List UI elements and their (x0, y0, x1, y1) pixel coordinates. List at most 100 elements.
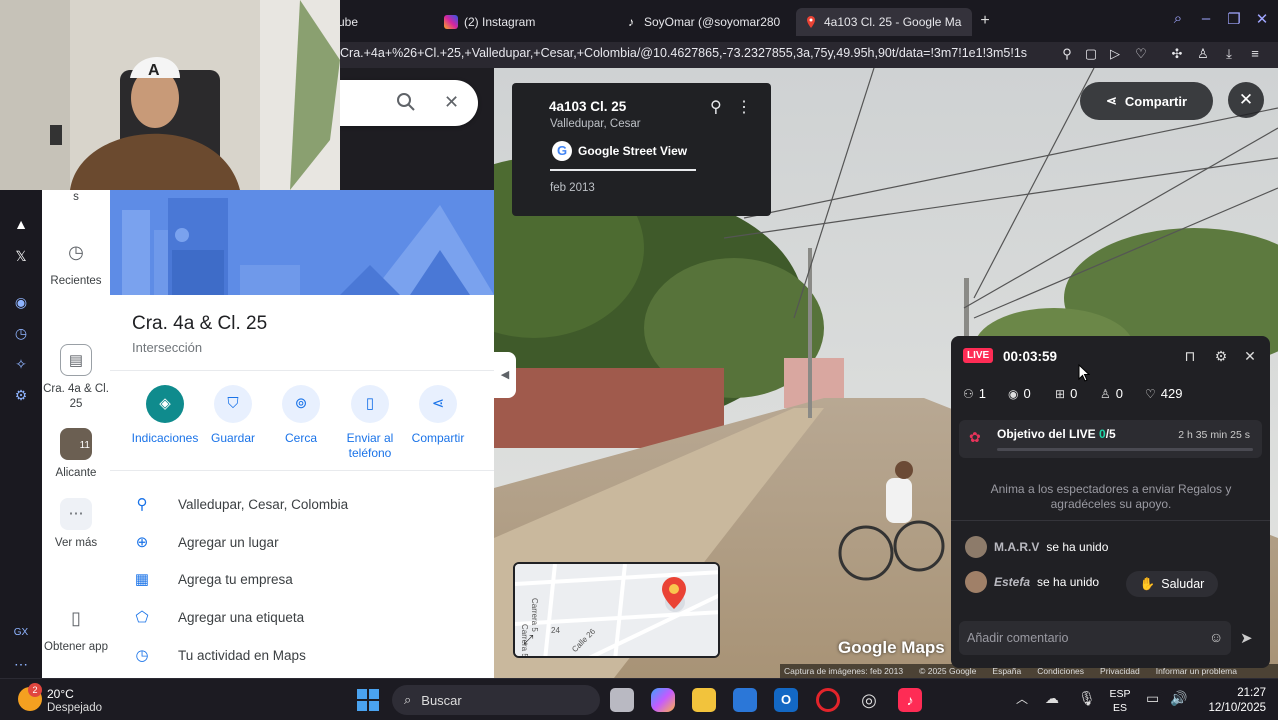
player-icon[interactable]: ◉ (11, 292, 31, 312)
google-maps-logo: Google Maps (838, 638, 945, 657)
outlook-icon[interactable]: O (774, 688, 798, 712)
more-icon[interactable]: ⋯ (11, 654, 31, 674)
share-street-view-button[interactable]: ⋖ Compartir (1080, 82, 1213, 120)
instagram-icon (444, 15, 458, 29)
activity-row[interactable]: ◷ Tu actividad en Maps (132, 643, 305, 667)
chat-username[interactable]: M.A.R.V (994, 540, 1039, 554)
snapshot-icon[interactable]: ▢ (1082, 45, 1100, 63)
x-twitter-icon[interactable]: 𝕏 (11, 246, 31, 266)
minimap[interactable]: Carrera 5 Carrera 5b 24 Calle 26 ⤢ (513, 562, 720, 658)
weather-widget[interactable]: 2 20°C Despejado (16, 683, 126, 715)
stat-value: 0 (1070, 386, 1078, 401)
store-icon[interactable] (733, 688, 757, 712)
heart-icon[interactable]: ♡ (1132, 45, 1150, 63)
send-icon[interactable]: ➤ (1240, 629, 1253, 647)
lock-icon[interactable]: ⊓ (1181, 348, 1199, 365)
send-icon[interactable]: ▷ (1106, 45, 1124, 63)
search-tabs-icon[interactable]: ⌕ (1168, 10, 1188, 27)
add-label-row[interactable]: ⬠ Agregar una etiqueta (132, 605, 304, 629)
collapse-panel-button[interactable]: ◀ (494, 352, 516, 398)
extensions-icon[interactable]: ✣ (1168, 45, 1186, 63)
network-icon[interactable]: ▭ (1146, 690, 1159, 707)
minimize-icon[interactable]: – (1196, 10, 1216, 27)
location-pin-icon[interactable]: ⚲ (710, 97, 722, 117)
google-maps-icon (804, 15, 818, 29)
weather-temp: 20°C (47, 687, 74, 701)
close-street-view-button[interactable]: ✕ (1228, 82, 1264, 118)
rail-recents[interactable]: ◷ Recientes (42, 236, 110, 289)
onedrive-icon[interactable]: ☁ (1045, 690, 1059, 707)
avatar[interactable] (965, 571, 987, 593)
obs-icon[interactable]: ◎ (857, 688, 881, 712)
history-icon[interactable]: ◷ (11, 323, 31, 343)
emoji-icon[interactable]: ☺ (1209, 629, 1223, 645)
clock[interactable]: 21:27 12/10/2025 (1196, 686, 1266, 716)
send-to-phone-button[interactable]: ▯ Enviar al teléfono (331, 385, 409, 461)
greet-button[interactable]: ✋ Saludar (1126, 571, 1218, 597)
rail-more[interactable]: ⋯ Ver más (42, 498, 110, 551)
eye-icon: ◉ (1008, 386, 1019, 401)
tab-youtube[interactable]: ube (330, 8, 430, 36)
windows-start-icon[interactable] (357, 689, 379, 711)
taskbar-search[interactable]: ⌕ Buscar (392, 685, 600, 715)
tab-label: SoyOmar (@soyomar280 (644, 15, 781, 29)
pin-icon[interactable]: ⚲ (1058, 45, 1076, 63)
rail-get-app[interactable]: ▯ Obtener app (42, 602, 110, 655)
new-tab-button[interactable]: + (976, 12, 994, 30)
rail-alicante[interactable]: 11 Alicante (42, 428, 110, 481)
settings-icon[interactable]: ⚙ (1212, 348, 1230, 365)
label-icon: ⬠ (135, 609, 149, 626)
more-options-icon[interactable]: ⋮ (736, 97, 752, 117)
directions-button[interactable]: ◈ Indicaciones (126, 385, 204, 446)
chat-username[interactable]: Estefa (994, 575, 1030, 589)
language-indicator[interactable]: ESP ES (1106, 687, 1134, 715)
live-goal[interactable]: ✿ Objetivo del LIVE 0/5 2 h 35 min 25 s (959, 420, 1262, 458)
add-business-icon: ▦ (134, 571, 150, 588)
comment-input[interactable]: Añadir comentario ☺ (959, 621, 1231, 655)
add-place-row[interactable]: ⊕ Agregar un lugar (132, 530, 279, 554)
avatar[interactable] (965, 536, 987, 558)
tab-instagram[interactable]: (2) Instagram (436, 8, 606, 36)
search-icon[interactable] (396, 92, 416, 117)
gx-icon[interactable]: GX (11, 623, 31, 643)
stat-viewers: ⚇ 1 (963, 386, 986, 401)
save-button[interactable]: ⛉ Guardar (194, 385, 272, 446)
street-view-date[interactable]: feb 2013 (550, 182, 595, 194)
add-business-row[interactable]: ▦ Agrega tu empresa (132, 567, 293, 591)
tab-google-maps[interactable]: 4a103 Cl. 25 - Google Ma (796, 8, 972, 36)
copilot-icon[interactable] (651, 688, 675, 712)
settings-icon[interactable]: ⚙ (11, 385, 31, 405)
nearby-button[interactable]: ⊚ Cerca (262, 385, 340, 446)
stat-gifts: ⊞ 0 (1055, 386, 1077, 401)
street-view-provider[interactable]: G Google Street View (552, 141, 687, 161)
goal-time: 2 h 35 min 25 s (1178, 429, 1250, 441)
extensions-icon[interactable]: ✧ (11, 354, 31, 374)
file-explorer-icon[interactable] (692, 688, 716, 712)
url-text[interactable]: Cra.+4a+%26+Cl.+25,+Valledupar,+Cesar,+C… (340, 46, 1050, 60)
add-label-text: Agregar una etiqueta (178, 609, 305, 625)
microphone-icon[interactable]: 🎙 (1078, 690, 1096, 707)
search-box[interactable]: ✕ (340, 80, 478, 126)
share-button[interactable]: ⋖ Compartir (399, 385, 477, 446)
close-icon[interactable]: ✕ (1241, 348, 1259, 365)
profile-icon[interactable]: ♙ (1194, 45, 1212, 63)
download-icon[interactable]: ⤓ (1220, 45, 1238, 63)
volume-icon[interactable]: 🔊 (1170, 690, 1187, 707)
opera-gx-icon[interactable] (816, 688, 840, 712)
address-row[interactable]: ⚲ Valledupar, Cesar, Colombia (132, 492, 349, 516)
rail-more-label: Ver más (54, 537, 98, 549)
tiktok-live-studio-icon[interactable]: ♪ (898, 688, 922, 712)
task-view-icon[interactable] (610, 688, 634, 712)
maximize-icon[interactable]: ❐ (1224, 10, 1244, 28)
rail-saved-place[interactable]: ▤ Cra. 4a & Cl. 25 (42, 344, 110, 412)
tray-chevron-icon[interactable]: ︿ (1016, 690, 1028, 707)
divider (110, 470, 494, 471)
clear-search-icon[interactable]: ✕ (444, 92, 459, 113)
menu-icon[interactable]: ≡ (1246, 45, 1264, 63)
minimap-street-label: Carrera 5 (530, 598, 539, 632)
expand-icon[interactable]: ⤢ (523, 632, 533, 648)
alicante-thumbnail-icon: 11 (60, 428, 92, 460)
close-window-icon[interactable]: ✕ (1252, 10, 1272, 28)
aria-icon[interactable]: ▲ (11, 214, 31, 234)
tab-tiktok[interactable]: ♪ SoyOmar (@soyomar280 (616, 8, 788, 36)
